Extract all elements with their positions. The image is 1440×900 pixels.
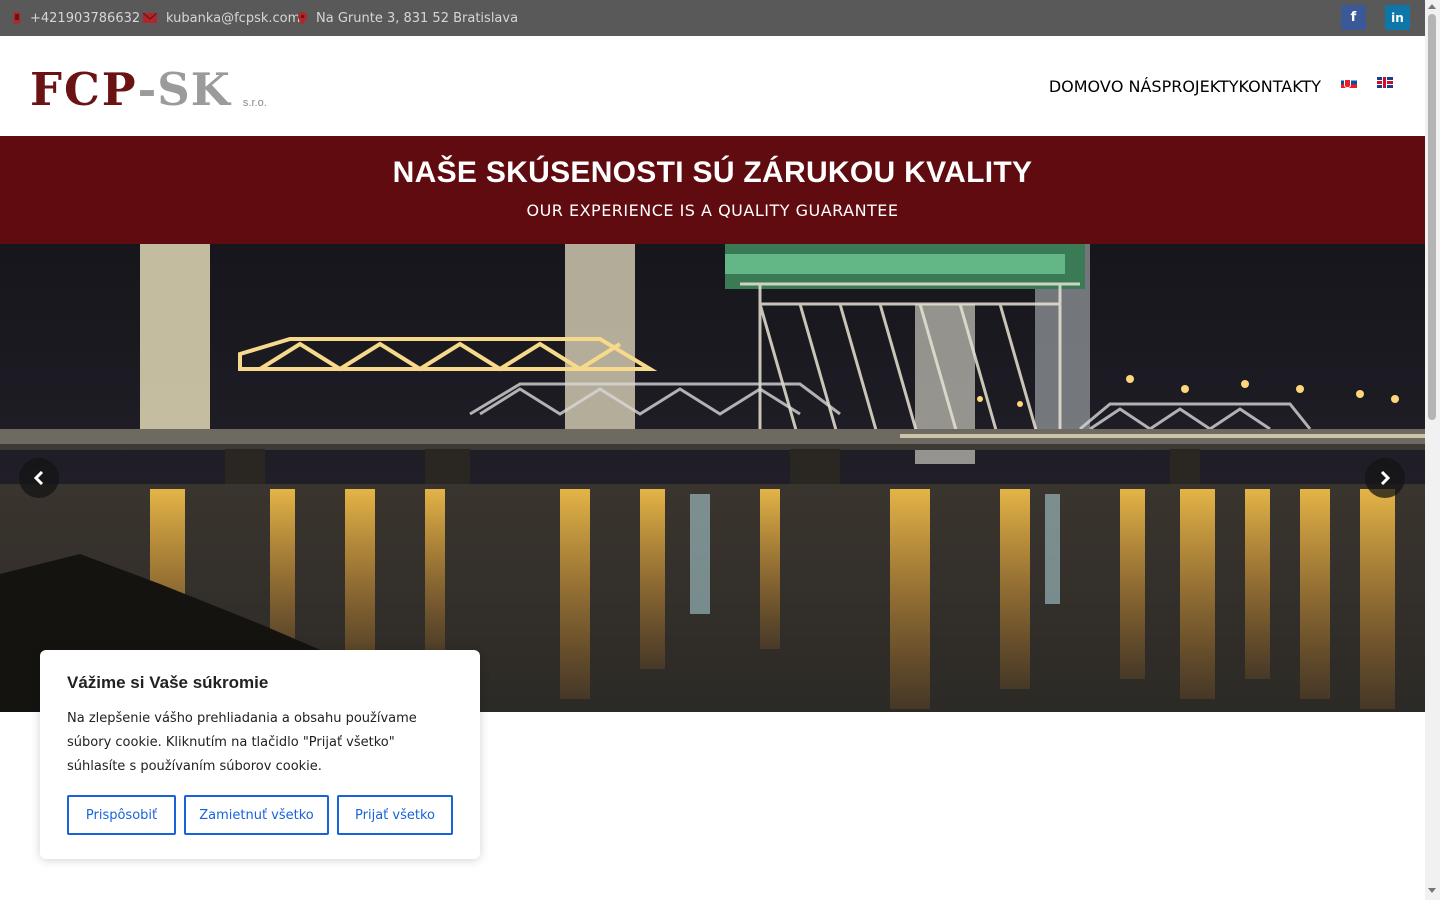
address-contact: Na Grunte 3, 831 52 Bratislava [298,0,518,36]
nav-item-o-nas[interactable]: O NÁS [1111,77,1162,96]
reject-all-button[interactable]: Zamietnuť všetko [184,795,329,835]
en-flag-icon[interactable] [1377,76,1393,88]
slider-next-button[interactable] [1365,458,1405,498]
chevron-left-icon [33,471,45,485]
envelope-icon [143,13,157,23]
hero-slider[interactable] [0,244,1425,712]
map-marker-icon [298,11,307,25]
scroll-up-arrow-icon[interactable] [1428,4,1436,9]
main-navigation: DOMOV O NÁS PROJEKTY KONTAKTY [1049,36,1393,136]
email-address: kubanka@fcpsk.com [166,10,301,26]
logo-suffix: s.r.o. [242,97,267,109]
chevron-right-icon [1379,471,1391,485]
address-text: Na Grunte 3, 831 52 Bratislava [316,10,519,26]
banner-title: NAŠE SKÚSENOSTI SÚ ZÁRUKOU KVALITY [392,156,1033,189]
phone-contact[interactable]: +421903786632 [13,0,140,36]
email-contact[interactable]: kubanka@fcpsk.com [143,0,300,36]
hero-banner: NAŠE SKÚSENOSTI SÚ ZÁRUKOU KVALITY OUR E… [0,136,1425,244]
sk-flag-icon[interactable] [1341,76,1357,88]
banner-subtitle: OUR EXPERIENCE IS A QUALITY GUARANTEE [526,201,899,220]
nav-item-projekty[interactable]: PROJEKTY [1162,77,1239,96]
mobile-phone-icon [13,12,21,24]
slider-image [0,244,1425,712]
scrollbar-thumb[interactable] [1428,14,1436,420]
phone-number: +421903786632 [30,10,141,26]
site-header: FCP -SK s.r.o. DOMOV O NÁS PROJEKTY KONT… [0,36,1425,136]
page-scrollbar[interactable] [1425,0,1440,900]
cookie-consent-dialog: Vážime si Vaše súkromie Na zlepšenie váš… [40,650,480,859]
customize-button[interactable]: Prispôsobiť [67,795,176,835]
linkedin-glyph: in [1391,10,1404,25]
scroll-down-arrow-icon[interactable] [1428,888,1436,893]
cookie-title: Vážime si Vaše súkromie [67,673,269,692]
slider-prev-button[interactable] [19,458,59,498]
nav-item-kontakty[interactable]: KONTAKTY [1239,77,1321,96]
logo-sk: -SK [137,63,231,116]
company-logo[interactable]: FCP -SK s.r.o. [30,62,267,112]
facebook-icon[interactable]: f [1341,5,1366,30]
accept-all-button[interactable]: Prijať všetko [337,795,453,835]
top-contact-bar: +421903786632 kubanka@fcpsk.com Na Grunt… [0,0,1425,36]
nav-item-domov[interactable]: DOMOV [1049,77,1111,96]
logo-fcp: FCP [30,63,138,116]
linkedin-icon[interactable]: in [1385,5,1410,30]
cookie-text: Na zlepšenie vášho prehliadania a obsahu… [67,711,417,774]
facebook-glyph: f [1350,10,1357,25]
